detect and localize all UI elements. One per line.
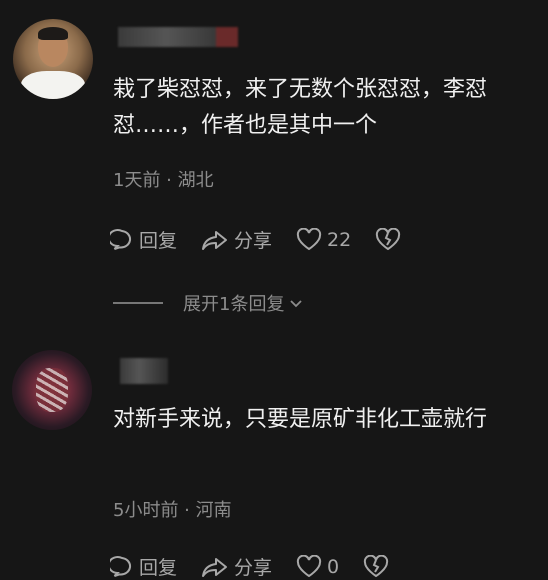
comment-icon	[110, 555, 131, 577]
dislike-button[interactable]	[363, 554, 394, 579]
chevron-down-icon	[290, 300, 303, 308]
share-label: 分享	[234, 230, 273, 252]
like-button[interactable]: 0	[296, 554, 340, 579]
expand-replies-button[interactable]: 展开1条回复	[113, 290, 304, 316]
like-count: 22	[327, 228, 352, 251]
avatar-hair	[38, 27, 68, 40]
comment-icon	[110, 228, 131, 250]
avatar[interactable]	[13, 19, 93, 99]
reply-label: 回复	[139, 230, 178, 252]
share-button[interactable]: 分享	[201, 226, 272, 253]
like-count: 0	[327, 555, 340, 578]
comment-actions: 回复 分享 0	[110, 553, 418, 580]
reply-button[interactable]: 回复	[110, 553, 177, 580]
comment-text: 栽了柴怼怼，来了无数个张怼怼，李怼怼……，作者也是其中一个	[113, 77, 488, 138]
broken-heart-icon	[376, 227, 401, 250]
blurred-username[interactable]	[118, 27, 238, 47]
share-icon	[202, 557, 228, 577]
share-button[interactable]: 分享	[201, 553, 272, 580]
share-icon	[202, 230, 228, 250]
dislike-button[interactable]	[375, 227, 406, 252]
share-label: 分享	[234, 557, 273, 579]
expand-divider	[113, 302, 163, 304]
avatar-art	[36, 368, 68, 412]
reply-button[interactable]: 回复	[110, 226, 177, 253]
blurred-username[interactable]	[120, 358, 168, 384]
comment-text: 对新手来说，只要是原矿非化工壶就行	[113, 407, 488, 432]
heart-icon	[296, 554, 322, 577]
expand-replies-label: 展开1条回复	[183, 294, 285, 315]
reply-label: 回复	[139, 557, 178, 579]
heart-icon	[296, 227, 322, 250]
comment-meta: 1天前 · 湖北	[113, 170, 214, 191]
avatar[interactable]	[12, 350, 92, 430]
comment-meta: 5小时前 · 河南	[113, 500, 232, 521]
avatar-shirt	[21, 71, 85, 99]
broken-heart-icon	[364, 554, 389, 577]
like-button[interactable]: 22	[296, 227, 352, 252]
comment-actions: 回复 分享 22	[110, 226, 430, 253]
